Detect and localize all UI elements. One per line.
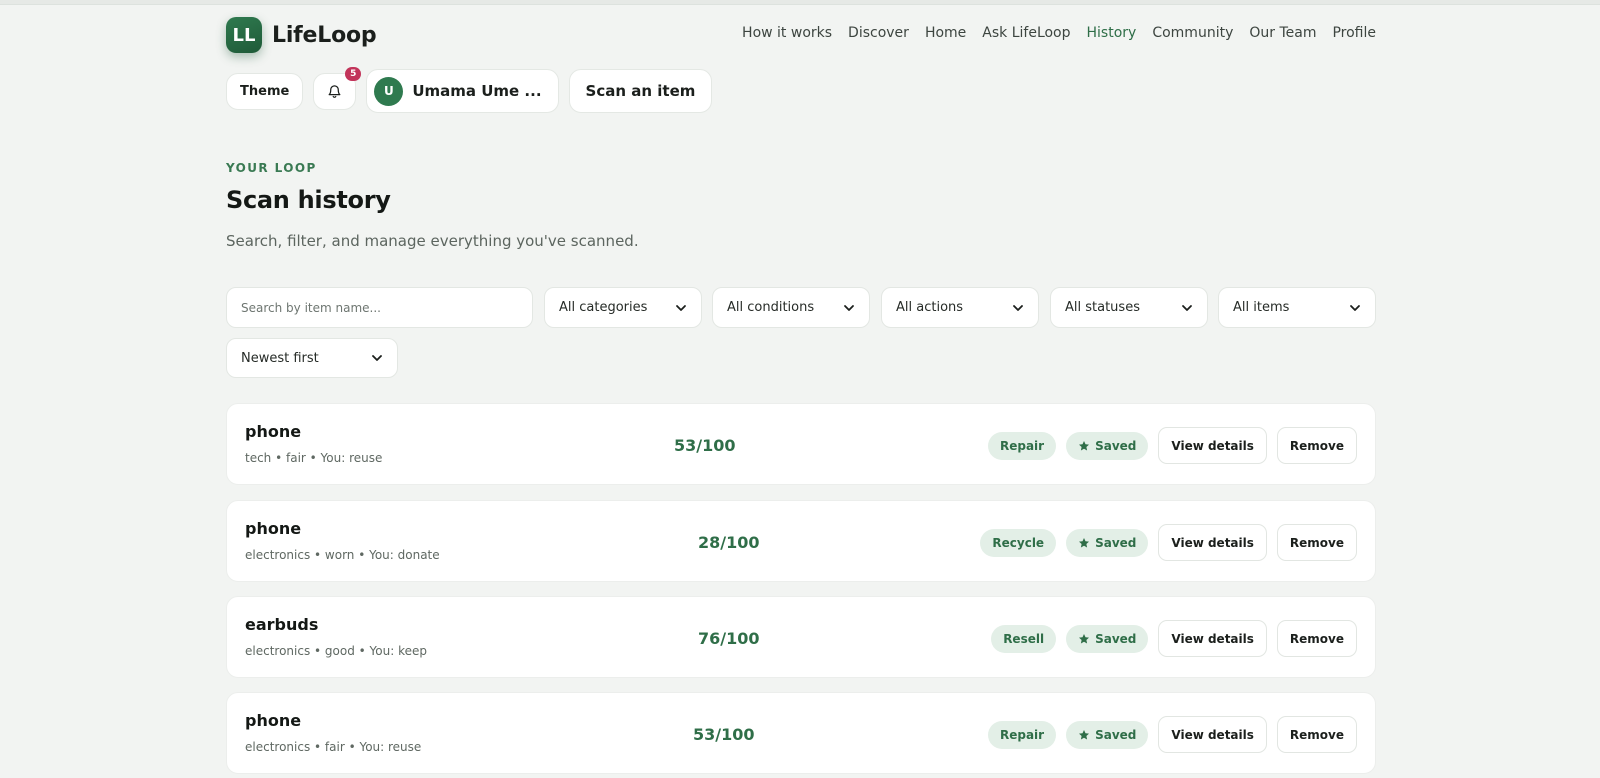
notifications-button[interactable]: 5	[313, 66, 362, 110]
nav-discover[interactable]: Discover	[848, 25, 909, 41]
nav-profile[interactable]: Profile	[1332, 25, 1376, 41]
saved-tag: Saved	[1066, 431, 1149, 460]
page-subtitle: Search, filter, and manage everything yo…	[226, 232, 639, 250]
sort-select[interactable]: Newest first	[226, 338, 398, 378]
history-row: phone electronics • fair • You: reuse 53…	[226, 692, 1376, 774]
saved-tag: Saved	[1066, 624, 1149, 653]
view-details-button[interactable]: View details	[1158, 427, 1267, 464]
history-row: earbuds electronics • good • You: keep 7…	[226, 596, 1376, 678]
status-select-value: All statuses	[1065, 300, 1140, 315]
app-name: LifeLoop	[272, 22, 377, 48]
row-actions: Resell Saved View details Remove	[991, 620, 1357, 657]
item-meta: electronics • good • You: keep	[245, 644, 427, 658]
avatar: U	[374, 76, 404, 106]
item-name: phone	[245, 711, 302, 730]
item-score: 76/100	[698, 629, 760, 648]
chevron-down-icon	[372, 355, 382, 361]
nav-how-it-works[interactable]: How it works	[742, 25, 832, 41]
row-actions: Repair Saved View details Remove	[987, 427, 1357, 464]
saved-label: Saved	[1095, 727, 1137, 742]
saved-label: Saved	[1095, 631, 1137, 646]
remove-button[interactable]: Remove	[1276, 620, 1357, 657]
remove-button[interactable]: Remove	[1276, 716, 1357, 753]
items-select-value: All items	[1233, 300, 1290, 315]
nav-history[interactable]: History	[1087, 25, 1137, 41]
category-select-value: All categories	[559, 300, 648, 315]
nav-our-team[interactable]: Our Team	[1249, 25, 1316, 41]
nav-ask-lifeloop[interactable]: Ask LifeLoop	[982, 25, 1070, 41]
item-score: 53/100	[693, 725, 755, 744]
header-controls: Theme 5 U Umama Ume ... Scan an item	[226, 66, 713, 113]
chevron-down-icon	[1182, 304, 1192, 311]
history-row: phone electronics • worn • You: donate 2…	[226, 500, 1376, 582]
scan-item-button[interactable]: Scan an item	[568, 69, 713, 113]
main-nav: How it works Discover Home Ask LifeLoop …	[742, 25, 1376, 41]
chevron-down-icon	[1350, 304, 1360, 311]
action-select-value: All actions	[896, 300, 964, 315]
chevron-down-icon	[1013, 304, 1023, 311]
chevron-down-icon	[676, 304, 686, 311]
bell-icon	[328, 84, 341, 98]
history-row: phone tech • fair • You: reuse 53/100 Re…	[226, 403, 1376, 485]
user-name: Umama Ume ...	[412, 82, 542, 100]
item-score: 53/100	[674, 436, 736, 455]
item-meta: tech • fair • You: reuse	[245, 451, 383, 465]
search-field[interactable]	[226, 287, 533, 328]
nav-community[interactable]: Community	[1152, 25, 1233, 41]
nav-home[interactable]: Home	[925, 25, 966, 41]
notification-count-badge: 5	[345, 66, 362, 81]
chevron-down-icon	[844, 304, 854, 311]
action-select[interactable]: All actions	[881, 287, 1039, 328]
row-actions: Recycle Saved View details Remove	[980, 524, 1357, 561]
page-title: Scan history	[226, 186, 391, 214]
row-actions: Repair Saved View details Remove	[987, 716, 1357, 753]
star-icon	[1079, 633, 1090, 644]
star-icon	[1079, 537, 1090, 548]
condition-select[interactable]: All conditions	[712, 287, 870, 328]
saved-label: Saved	[1095, 438, 1137, 453]
theme-button[interactable]: Theme	[226, 72, 304, 110]
item-meta: electronics • fair • You: reuse	[245, 740, 422, 754]
status-select[interactable]: All statuses	[1050, 287, 1208, 328]
sort-select-value: Newest first	[241, 350, 319, 366]
action-tag: Recycle	[980, 528, 1057, 557]
user-menu-button[interactable]: U Umama Ume ...	[366, 69, 559, 113]
saved-tag: Saved	[1066, 528, 1149, 557]
saved-tag: Saved	[1066, 720, 1149, 749]
item-name: phone	[245, 422, 302, 441]
brand-logo[interactable]: LL LifeLoop	[226, 17, 377, 53]
view-details-button[interactable]: View details	[1158, 524, 1267, 561]
view-details-button[interactable]: View details	[1158, 620, 1267, 657]
category-select[interactable]: All categories	[544, 287, 702, 328]
action-tag: Repair	[987, 720, 1057, 749]
logo-mark: LL	[226, 17, 262, 53]
star-icon	[1079, 729, 1090, 740]
item-name: phone	[245, 519, 302, 538]
saved-label: Saved	[1095, 535, 1137, 550]
item-score: 28/100	[698, 533, 760, 552]
condition-select-value: All conditions	[727, 300, 815, 315]
search-input[interactable]	[241, 300, 518, 315]
action-tag: Repair	[987, 431, 1057, 460]
remove-button[interactable]: Remove	[1276, 524, 1357, 561]
item-name: earbuds	[245, 615, 319, 634]
items-select[interactable]: All items	[1218, 287, 1376, 328]
star-icon	[1079, 440, 1090, 451]
view-details-button[interactable]: View details	[1158, 716, 1267, 753]
action-tag: Resell	[991, 624, 1057, 653]
section-eyebrow: YOUR LOOP	[226, 161, 317, 175]
remove-button[interactable]: Remove	[1276, 427, 1357, 464]
item-meta: electronics • worn • You: donate	[245, 548, 440, 562]
top-border	[0, 0, 1600, 5]
